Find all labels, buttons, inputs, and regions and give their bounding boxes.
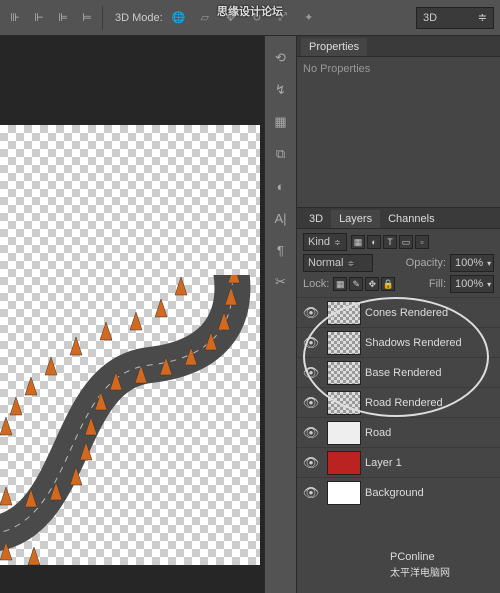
layer-thumb[interactable] bbox=[327, 331, 361, 355]
visibility-icon[interactable]: 👁 bbox=[299, 365, 323, 381]
brush-icon[interactable]: ↯ bbox=[267, 76, 295, 104]
para-icon[interactable]: ¶ bbox=[267, 236, 295, 264]
blend-mode-dropdown[interactable]: Normal≑ bbox=[303, 254, 373, 272]
align-icon[interactable]: ⊩ bbox=[30, 9, 48, 27]
view-mode-dropdown[interactable]: 3D ≑ bbox=[416, 7, 494, 29]
lock-trans-icon[interactable]: ▦ bbox=[333, 277, 347, 291]
align-icon[interactable]: ⊨ bbox=[78, 9, 96, 27]
watermark-br: PConline 太平洋电脑网 bbox=[390, 547, 450, 579]
visibility-icon[interactable]: 👁 bbox=[299, 455, 323, 471]
tab-properties[interactable]: Properties bbox=[301, 38, 367, 56]
opacity-label: Opacity: bbox=[406, 257, 446, 269]
fill-input[interactable]: 100%▾ bbox=[450, 275, 494, 293]
no-properties-text: No Properties bbox=[303, 63, 494, 75]
lock-pos-icon[interactable]: ✥ bbox=[365, 277, 379, 291]
kind-filter-dropdown[interactable]: Kind≑ bbox=[303, 233, 347, 251]
align-tools: ⊪ ⊩ ⊫ ⊨ bbox=[6, 9, 96, 27]
char-icon[interactable]: A| bbox=[267, 204, 295, 232]
layer-name: Layer 1 bbox=[365, 457, 498, 469]
mode-label: 3D Mode: bbox=[115, 12, 163, 24]
history-icon[interactable]: ⟲ bbox=[267, 44, 295, 72]
lock-paint-icon[interactable]: ✎ bbox=[349, 277, 363, 291]
filter-icons: ▦ ◐ T ▭ ▫ bbox=[351, 235, 429, 249]
chevron-down-icon: ≑ bbox=[478, 11, 487, 24]
opacity-input[interactable]: 100%▾ bbox=[450, 254, 494, 272]
layer-thumb[interactable] bbox=[327, 451, 361, 475]
road-artwork bbox=[0, 275, 260, 565]
fill-label: Fill: bbox=[429, 278, 446, 290]
layer-base-rendered[interactable]: 👁 Base Rendered bbox=[297, 357, 500, 387]
layer-thumb[interactable] bbox=[327, 481, 361, 505]
layer-thumb[interactable] bbox=[327, 421, 361, 445]
vertical-toolbar: ⟲ ↯ ▦ ⧉ ◐ A| ¶ ✂ bbox=[264, 36, 296, 593]
layer-shadows-rendered[interactable]: 👁 Shadows Rendered bbox=[297, 327, 500, 357]
layer-name: Road bbox=[365, 427, 498, 439]
visibility-icon[interactable]: 👁 bbox=[299, 305, 323, 321]
watermark-text: 思缘设计论坛 bbox=[217, 6, 283, 18]
adjust-icon[interactable]: ◐ bbox=[267, 172, 295, 200]
lock-label: Lock: bbox=[303, 278, 329, 290]
layers-panel: 3D Layers Channels Kind≑ ▦ ◐ T ▭ ▫ Norma… bbox=[297, 208, 500, 593]
layer-name: Base Rendered bbox=[365, 367, 498, 379]
light-icon[interactable]: ✦ bbox=[299, 9, 319, 27]
layer-name: Cones Rendered bbox=[365, 307, 498, 319]
properties-panel: Properties No Properties bbox=[297, 36, 500, 208]
layer-thumb[interactable] bbox=[327, 301, 361, 325]
clone-icon[interactable]: ⧉ bbox=[267, 140, 295, 168]
layer-name: Background bbox=[365, 487, 498, 499]
tab-layers[interactable]: Layers bbox=[331, 210, 380, 228]
visibility-icon[interactable]: 👁 bbox=[299, 425, 323, 441]
filter-adjust-icon[interactable]: ◐ bbox=[367, 235, 381, 249]
visibility-icon[interactable]: 👁 bbox=[299, 485, 323, 501]
visibility-icon[interactable]: 👁 bbox=[299, 395, 323, 411]
tab-channels[interactable]: Channels bbox=[380, 210, 442, 228]
lock-all-icon[interactable]: 🔒 bbox=[381, 277, 395, 291]
layer-thumb[interactable] bbox=[327, 361, 361, 385]
layer-thumb[interactable] bbox=[327, 391, 361, 415]
layer-road[interactable]: 👁 Road bbox=[297, 417, 500, 447]
filter-smart-icon[interactable]: ▫ bbox=[415, 235, 429, 249]
frame-icon[interactable]: ▱ bbox=[195, 9, 215, 27]
lock-icons: ▦ ✎ ✥ 🔒 bbox=[333, 277, 395, 291]
layer-layer1[interactable]: 👁 Layer 1 bbox=[297, 447, 500, 477]
layer-road-rendered[interactable]: 👁 Road Rendered bbox=[297, 387, 500, 417]
align-icon[interactable]: ⊫ bbox=[54, 9, 72, 27]
layer-background[interactable]: 👁 Background bbox=[297, 477, 500, 507]
align-icon[interactable]: ⊪ bbox=[6, 9, 24, 27]
document-canvas[interactable] bbox=[0, 125, 260, 565]
canvas-area[interactable] bbox=[0, 36, 264, 593]
orbit-icon[interactable]: 🌐 bbox=[169, 9, 189, 27]
filter-type-icon[interactable]: T bbox=[383, 235, 397, 249]
filter-shape-icon[interactable]: ▭ bbox=[399, 235, 413, 249]
layer-name: Road Rendered bbox=[365, 397, 498, 409]
dropdown-value: 3D bbox=[423, 12, 437, 24]
tab-3d[interactable]: 3D bbox=[301, 210, 331, 228]
swatch-icon[interactable]: ▦ bbox=[267, 108, 295, 136]
layer-name: Shadows Rendered bbox=[365, 337, 498, 349]
layer-cones-rendered[interactable]: 👁 Cones Rendered bbox=[297, 297, 500, 327]
visibility-icon[interactable]: 👁 bbox=[299, 335, 323, 351]
filter-pixel-icon[interactable]: ▦ bbox=[351, 235, 365, 249]
tools-icon[interactable]: ✂ bbox=[267, 268, 295, 296]
